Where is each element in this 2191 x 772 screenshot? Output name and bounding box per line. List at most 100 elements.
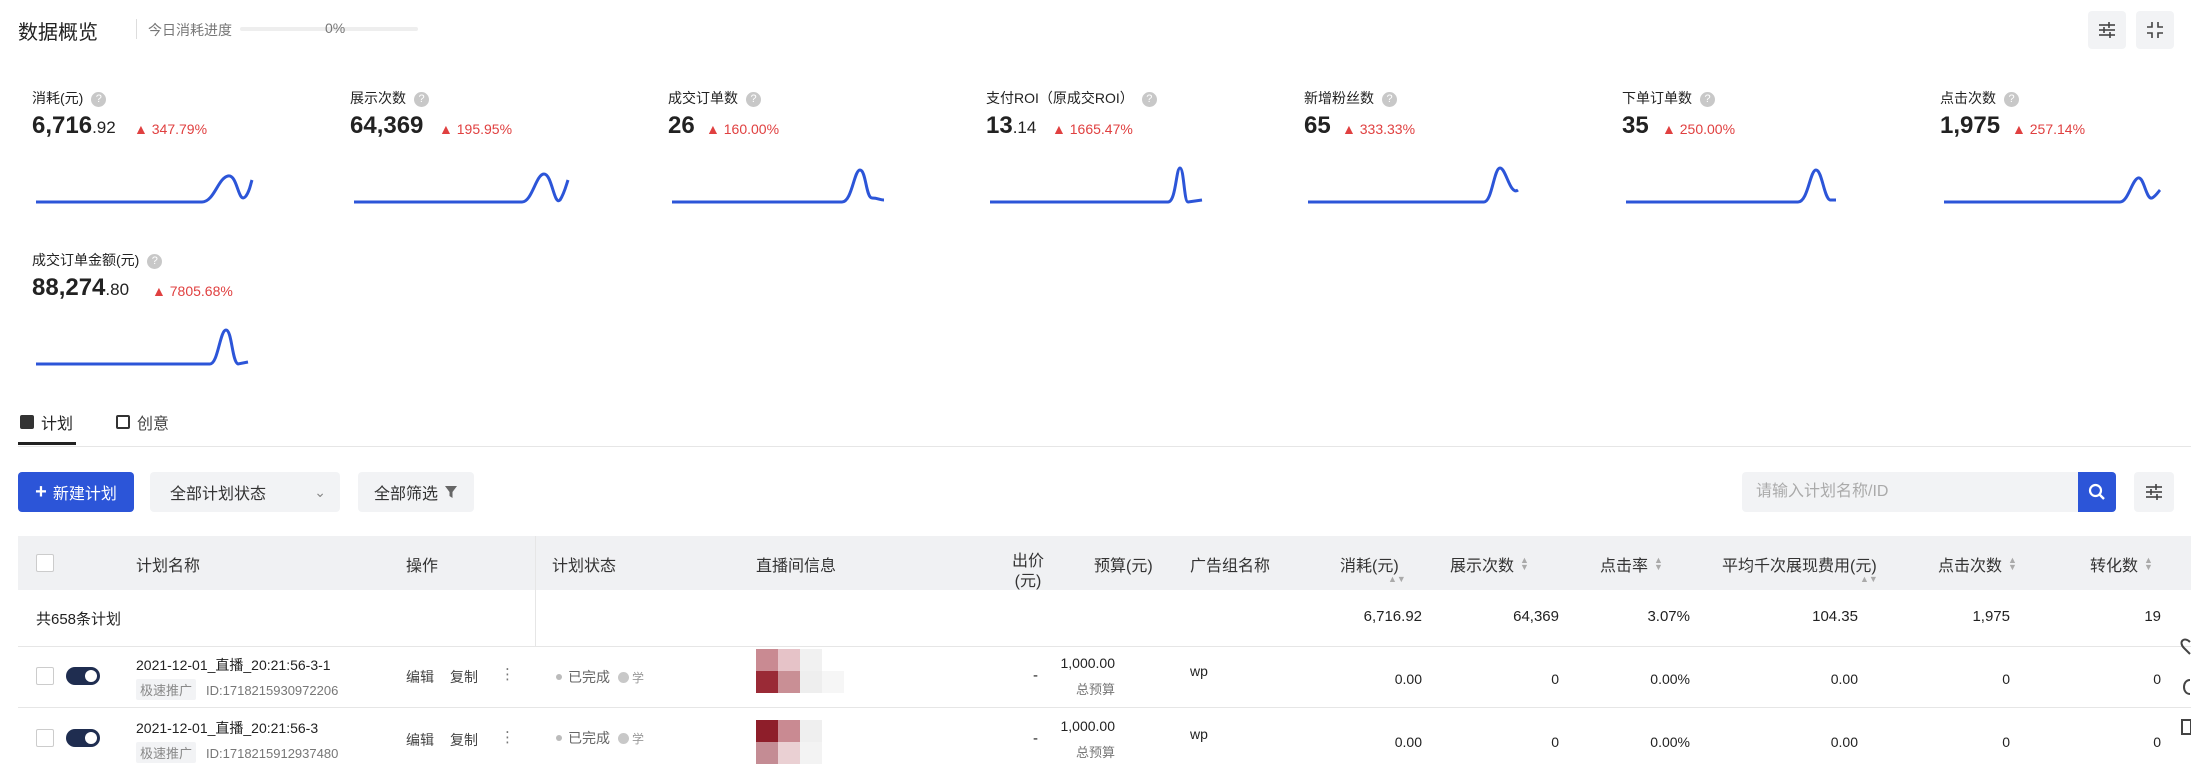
summary-impressions: 64,369 bbox=[1513, 608, 1559, 625]
select-all-checkbox[interactable] bbox=[36, 554, 54, 572]
help-icon[interactable]: ? bbox=[414, 92, 429, 107]
metric-value-dec: .14 bbox=[1012, 118, 1037, 137]
more-icon[interactable]: ⋮ bbox=[500, 728, 515, 746]
col-cost[interactable]: 消耗(元) bbox=[1340, 552, 1399, 576]
heart-icon bbox=[2180, 638, 2191, 655]
impressions-value: 0 bbox=[1551, 734, 1559, 750]
cost-value: 0.00 bbox=[1394, 671, 1422, 687]
status-text: 已完成 bbox=[568, 669, 610, 685]
settings-button[interactable] bbox=[2088, 11, 2126, 49]
metric-card-orders: 成交订单数? 26 ▲ 160.00% bbox=[668, 88, 968, 248]
plan-toggle[interactable] bbox=[66, 729, 100, 747]
help-icon[interactable]: ? bbox=[2004, 92, 2019, 107]
status-extra: 学 bbox=[632, 732, 645, 746]
metric-change: ▲ 160.00% bbox=[706, 121, 780, 137]
metric-change-value: 7805.68% bbox=[169, 283, 233, 299]
search-button[interactable] bbox=[2078, 472, 2116, 512]
tab-creative-label: 创意 bbox=[137, 416, 170, 433]
metric-sparkline bbox=[36, 328, 249, 366]
status-text: 已完成 bbox=[568, 730, 610, 746]
metric-label: 点击次数 bbox=[1940, 90, 1996, 106]
metric-sparkline bbox=[1944, 176, 2162, 204]
help-icon[interactable]: ? bbox=[91, 92, 107, 107]
plan-name[interactable]: 2021-12-01_直播_20:21:56-3-1 bbox=[136, 655, 331, 675]
copy-link[interactable]: 复制 bbox=[450, 730, 478, 750]
help-icon[interactable]: ? bbox=[1382, 92, 1397, 107]
metric-value-int: 6,716 bbox=[32, 112, 93, 139]
tab-creative[interactable]: 创意 bbox=[116, 410, 169, 434]
metric-label: 支付ROI（原成交ROI） bbox=[986, 90, 1134, 106]
impressions-value: 0 bbox=[1551, 671, 1559, 687]
metric-sparkline bbox=[1308, 166, 1519, 204]
page-title: 数据概览 bbox=[18, 22, 98, 44]
conversions-value: 0 bbox=[2153, 671, 2161, 687]
new-plan-button[interactable]: + 新建计划 bbox=[18, 472, 134, 512]
metric-change-value: 160.00% bbox=[723, 121, 780, 137]
col-impressions[interactable]: 展示次数 ▲ ▼ bbox=[1450, 552, 1529, 576]
bid-value: - bbox=[1033, 730, 1038, 747]
metric-value-int: 65 bbox=[1304, 112, 1331, 139]
col-conversions[interactable]: 转化数 ▲ ▼ bbox=[2090, 552, 2153, 576]
sliders-icon bbox=[2099, 22, 2115, 38]
cpm-value: 0.00 bbox=[1830, 671, 1858, 687]
metric-value: 65 bbox=[1304, 112, 1331, 140]
metric-value-dec: .80 bbox=[105, 280, 130, 299]
metric-change: ▲ 250.00% bbox=[1662, 121, 1736, 137]
plan-tag: 极速推广 bbox=[136, 742, 197, 763]
help-icon[interactable]: ? bbox=[746, 92, 761, 107]
help-icon[interactable]: ? bbox=[147, 254, 163, 269]
metric-sparkline bbox=[36, 174, 254, 204]
col-clicks[interactable]: 点击次数 ▲ ▼ bbox=[1938, 552, 2017, 576]
ctr-value: 0.00% bbox=[1650, 671, 1690, 687]
edit-link[interactable]: 编辑 bbox=[406, 730, 434, 750]
metric-sparkline bbox=[354, 172, 570, 204]
collapse-button[interactable] bbox=[2136, 11, 2174, 49]
col-ctr[interactable]: 点击率 ▲ ▼ bbox=[1600, 552, 1663, 576]
bid-value: - bbox=[1033, 667, 1038, 684]
edit-link[interactable]: 编辑 bbox=[406, 667, 434, 687]
more-icon[interactable]: ⋮ bbox=[500, 665, 515, 683]
progress-label: 今日消耗进度 bbox=[148, 22, 232, 38]
sort-icon: ▲ ▼ bbox=[2144, 555, 2153, 572]
plan-toggle[interactable] bbox=[66, 667, 100, 685]
metric-change: ▲ 7805.68% bbox=[152, 283, 233, 299]
filter-icon bbox=[445, 486, 457, 498]
metric-sparkline bbox=[672, 168, 885, 204]
metric-card-roi: 支付ROI（原成交ROI）? 13.14 ▲ 1665.47% bbox=[986, 88, 1286, 248]
tabs-divider bbox=[18, 446, 2191, 447]
live-room-thumbnail[interactable] bbox=[756, 649, 876, 701]
summary-cost: 6,716.92 bbox=[1363, 608, 1422, 625]
summary-row: 共658条计划 6,716.92 64,369 3.07% 104.35 1,9… bbox=[18, 590, 2191, 646]
summary-conversions: 19 bbox=[2144, 608, 2161, 625]
copy-link[interactable]: 复制 bbox=[450, 667, 478, 687]
row-checkbox[interactable] bbox=[36, 667, 54, 685]
metric-change-value: 195.95% bbox=[456, 121, 513, 137]
calendar-check-icon bbox=[20, 415, 34, 429]
floating-icons bbox=[2180, 638, 2191, 735]
help-icon[interactable]: ? bbox=[1141, 92, 1157, 107]
metric-change: ▲ 257.14% bbox=[2012, 121, 2086, 137]
help-icon[interactable]: ? bbox=[1700, 92, 1715, 107]
sort-icon[interactable]: ▲▼ bbox=[1388, 574, 1406, 584]
tab-plan[interactable]: 计划 bbox=[20, 410, 73, 434]
col-bid: 出价 (元) bbox=[1012, 552, 1044, 592]
plan-meta: 极速推广 ID:1718215930972206 bbox=[136, 679, 338, 700]
plan-name[interactable]: 2021-12-01_直播_20:21:56-3 bbox=[136, 718, 318, 738]
col-cpm[interactable]: 平均千次展现费用(元) bbox=[1722, 552, 1877, 576]
plan-id: ID:1718215930972206 bbox=[206, 683, 339, 698]
metric-value: 64,369 bbox=[350, 112, 423, 140]
col-bid-line2: (元) bbox=[1014, 573, 1042, 590]
metric-value-int: 13 bbox=[986, 112, 1013, 139]
all-filter-button[interactable]: 全部筛选 bbox=[358, 472, 474, 512]
conversions-value: 0 bbox=[2153, 734, 2161, 750]
row-checkbox[interactable] bbox=[36, 729, 54, 747]
live-room-thumbnail[interactable] bbox=[756, 720, 876, 772]
summary-ctr: 3.07% bbox=[1647, 608, 1690, 625]
plan-status-select[interactable]: 全部计划状态 ⌄ bbox=[150, 472, 340, 512]
filter-label: 全部筛选 bbox=[373, 486, 438, 503]
column-settings-button[interactable] bbox=[2134, 472, 2174, 512]
search-input[interactable] bbox=[1742, 472, 2078, 512]
sort-icon[interactable]: ▲▼ bbox=[1860, 574, 1878, 584]
ad-group-name: wp bbox=[1190, 663, 1208, 679]
metric-card-clicks: 点击次数? 1,975 ▲ 257.14% bbox=[1940, 88, 2191, 248]
